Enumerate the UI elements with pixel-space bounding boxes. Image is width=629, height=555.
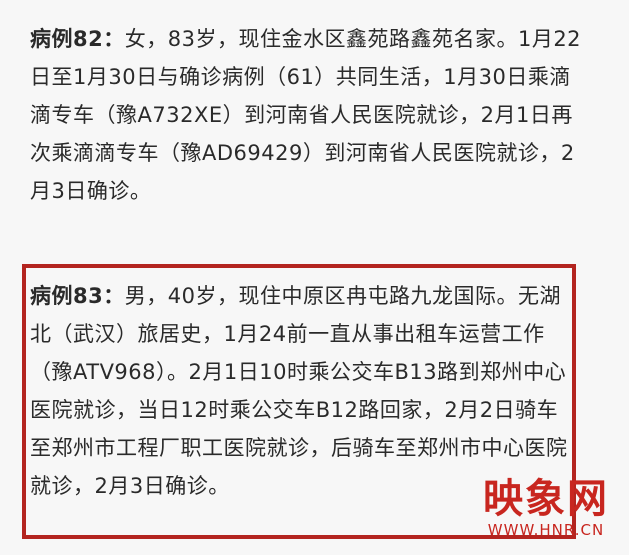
case-82-text: 女，83岁，现住金水区鑫苑路鑫苑名家。1月22日至1月30日与确诊病例（61）共…: [30, 27, 582, 203]
case-83-text: 男，40岁，现住中原区冉屯路九龙国际。无湖北（武汉）旅居史，1月24前一直从事出…: [30, 284, 568, 498]
case-82-paragraph: 病例82：女，83岁，现住金水区鑫苑路鑫苑名家。1月22日至1月30日与确诊病例…: [30, 20, 590, 210]
case-83-label: 病例83：: [30, 284, 125, 308]
case-82-label: 病例82：: [30, 27, 125, 51]
case-83-paragraph: 病例83：男，40岁，现住中原区冉屯路九龙国际。无湖北（武汉）旅居史，1月24前…: [30, 277, 570, 505]
